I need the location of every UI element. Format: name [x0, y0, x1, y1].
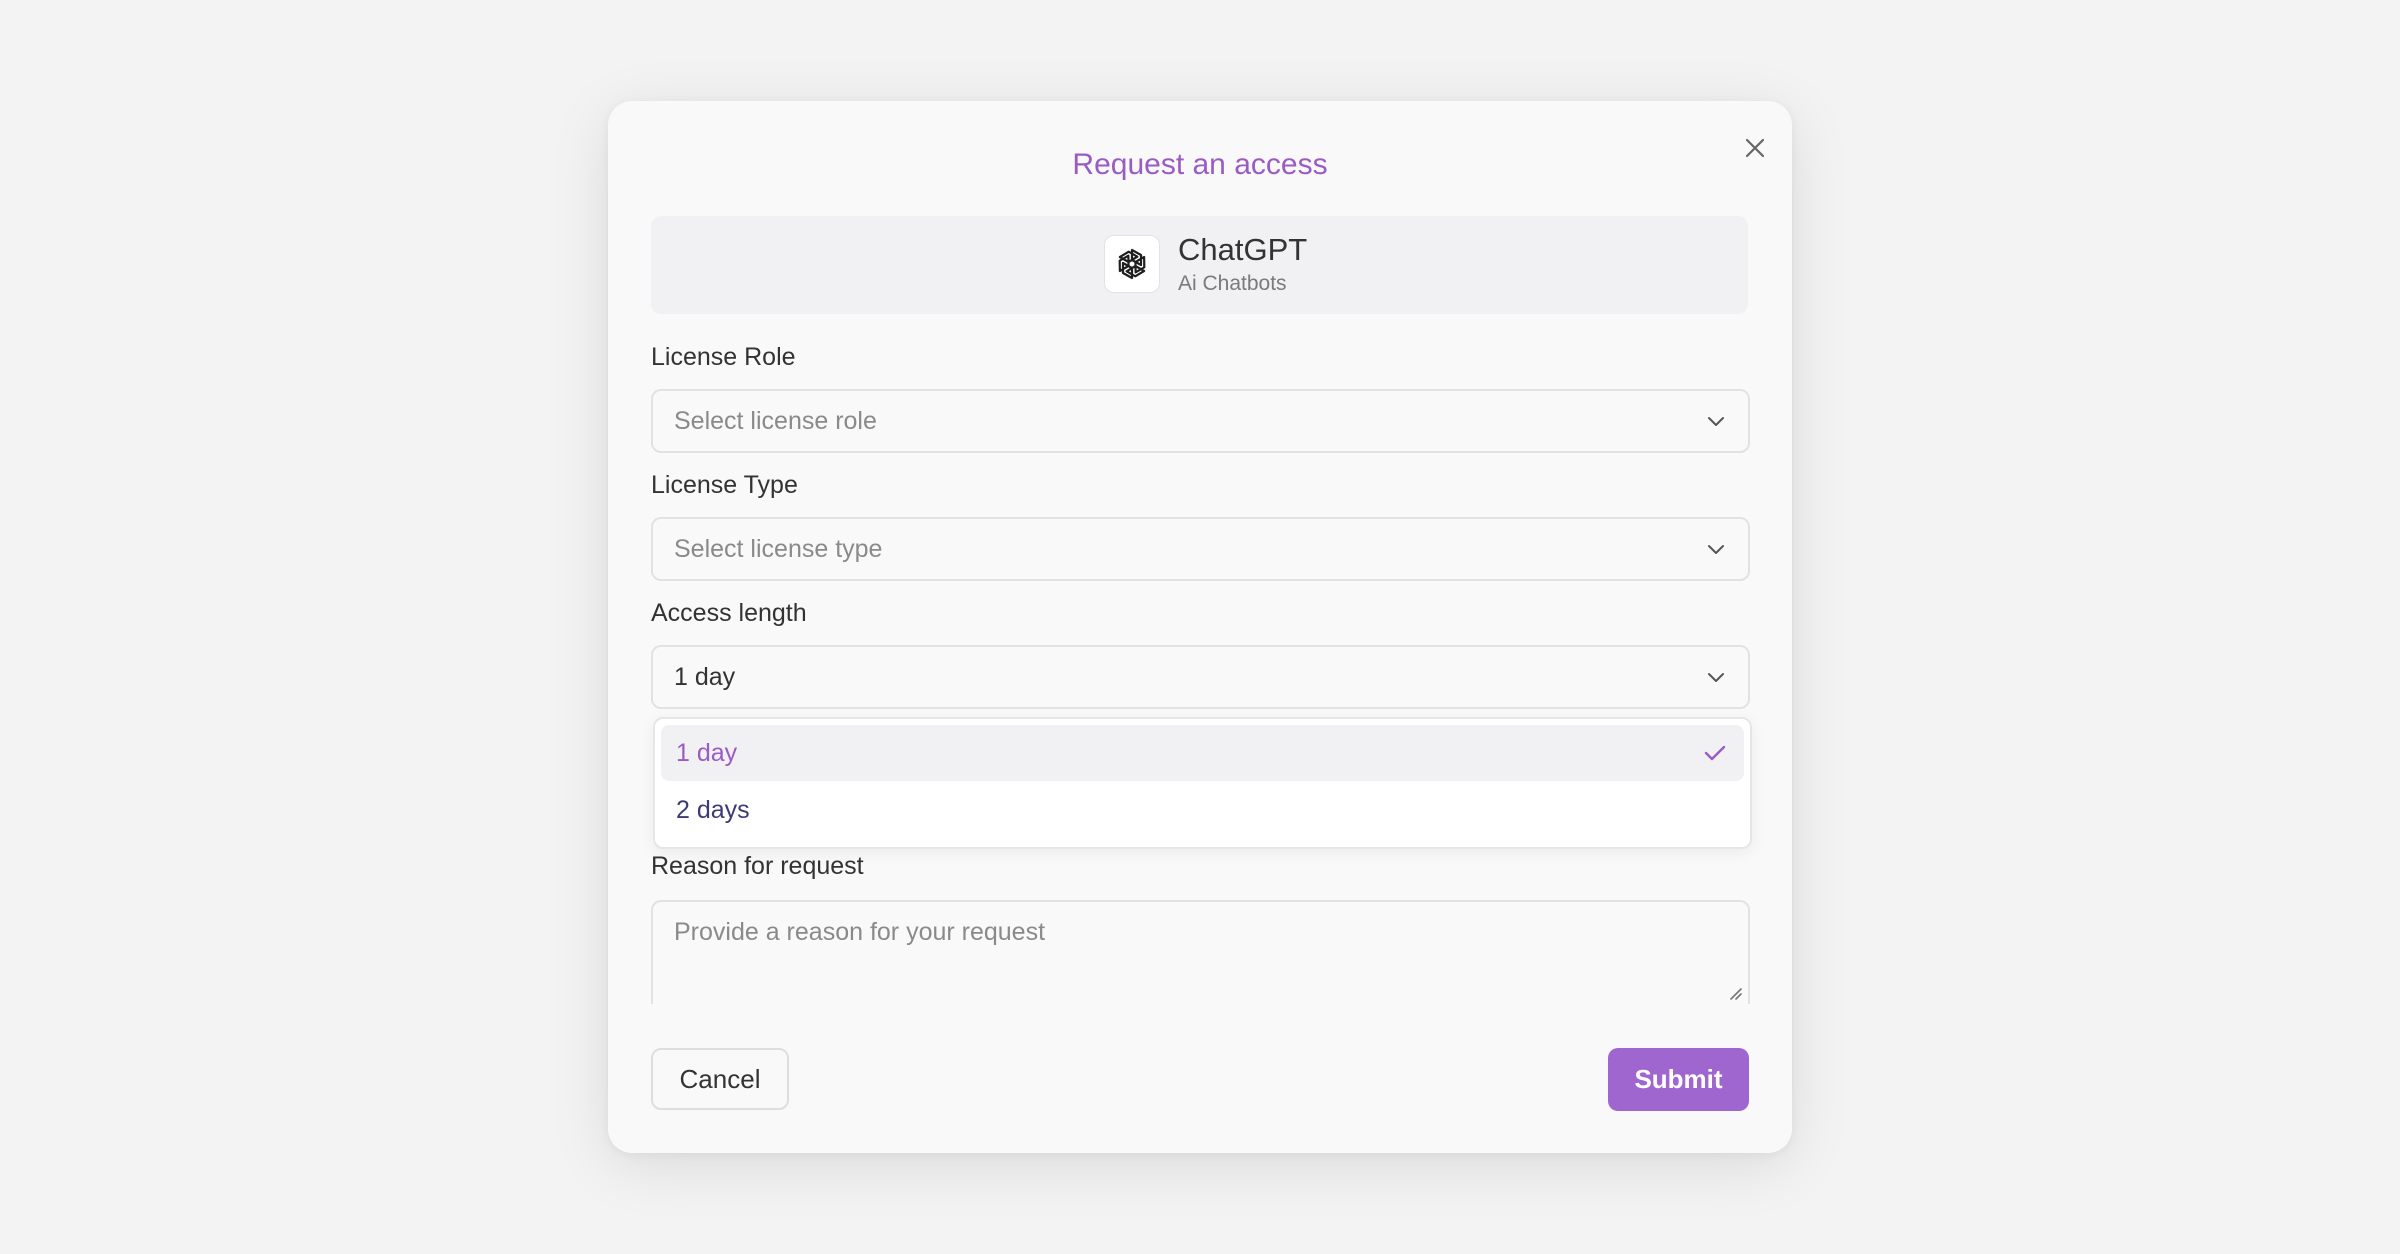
resize-handle-icon[interactable] — [1726, 984, 1742, 1000]
reason-textarea[interactable]: Provide a reason for your request — [651, 900, 1750, 1004]
dropdown-option-2-days[interactable]: 2 days — [661, 782, 1744, 838]
cancel-button[interactable]: Cancel — [651, 1048, 789, 1110]
dropdown-option-1-day[interactable]: 1 day — [661, 725, 1744, 781]
license-role-label: License Role — [651, 343, 796, 371]
access-length-dropdown: 1 day 2 days — [653, 717, 1752, 849]
modal-title: Request an access — [1072, 148, 1328, 181]
option-label: 1 day — [676, 739, 738, 767]
license-type-select[interactable]: Select license type — [651, 517, 1750, 581]
license-type-placeholder: Select license type — [674, 535, 883, 563]
access-length-value: 1 day — [674, 663, 736, 691]
request-access-modal: Request an access ChatGPT Ai Chatbots Li… — [608, 101, 1792, 1153]
license-role-select[interactable]: Select license role — [651, 389, 1750, 453]
app-category: Ai Chatbots — [1178, 272, 1287, 295]
access-length-label: Access length — [651, 599, 807, 627]
reason-label: Reason for request — [651, 852, 864, 880]
chevron-down-icon — [1708, 545, 1724, 554]
close-button[interactable] — [1730, 123, 1780, 173]
close-icon — [1745, 138, 1765, 158]
check-icon — [1704, 745, 1726, 761]
app-name: ChatGPT — [1178, 232, 1308, 267]
license-type-label: License Type — [651, 471, 798, 499]
reason-placeholder: Provide a reason for your request — [674, 918, 1046, 946]
chevron-down-icon — [1708, 417, 1724, 426]
submit-button[interactable]: Submit — [1608, 1048, 1749, 1111]
license-role-placeholder: Select license role — [674, 407, 877, 435]
app-logo — [1104, 235, 1160, 293]
access-length-select[interactable]: 1 day — [651, 645, 1750, 709]
app-card: ChatGPT Ai Chatbots — [651, 216, 1748, 314]
chevron-down-icon — [1708, 673, 1724, 682]
openai-logo-icon — [1118, 248, 1146, 280]
option-label: 2 days — [676, 796, 750, 824]
